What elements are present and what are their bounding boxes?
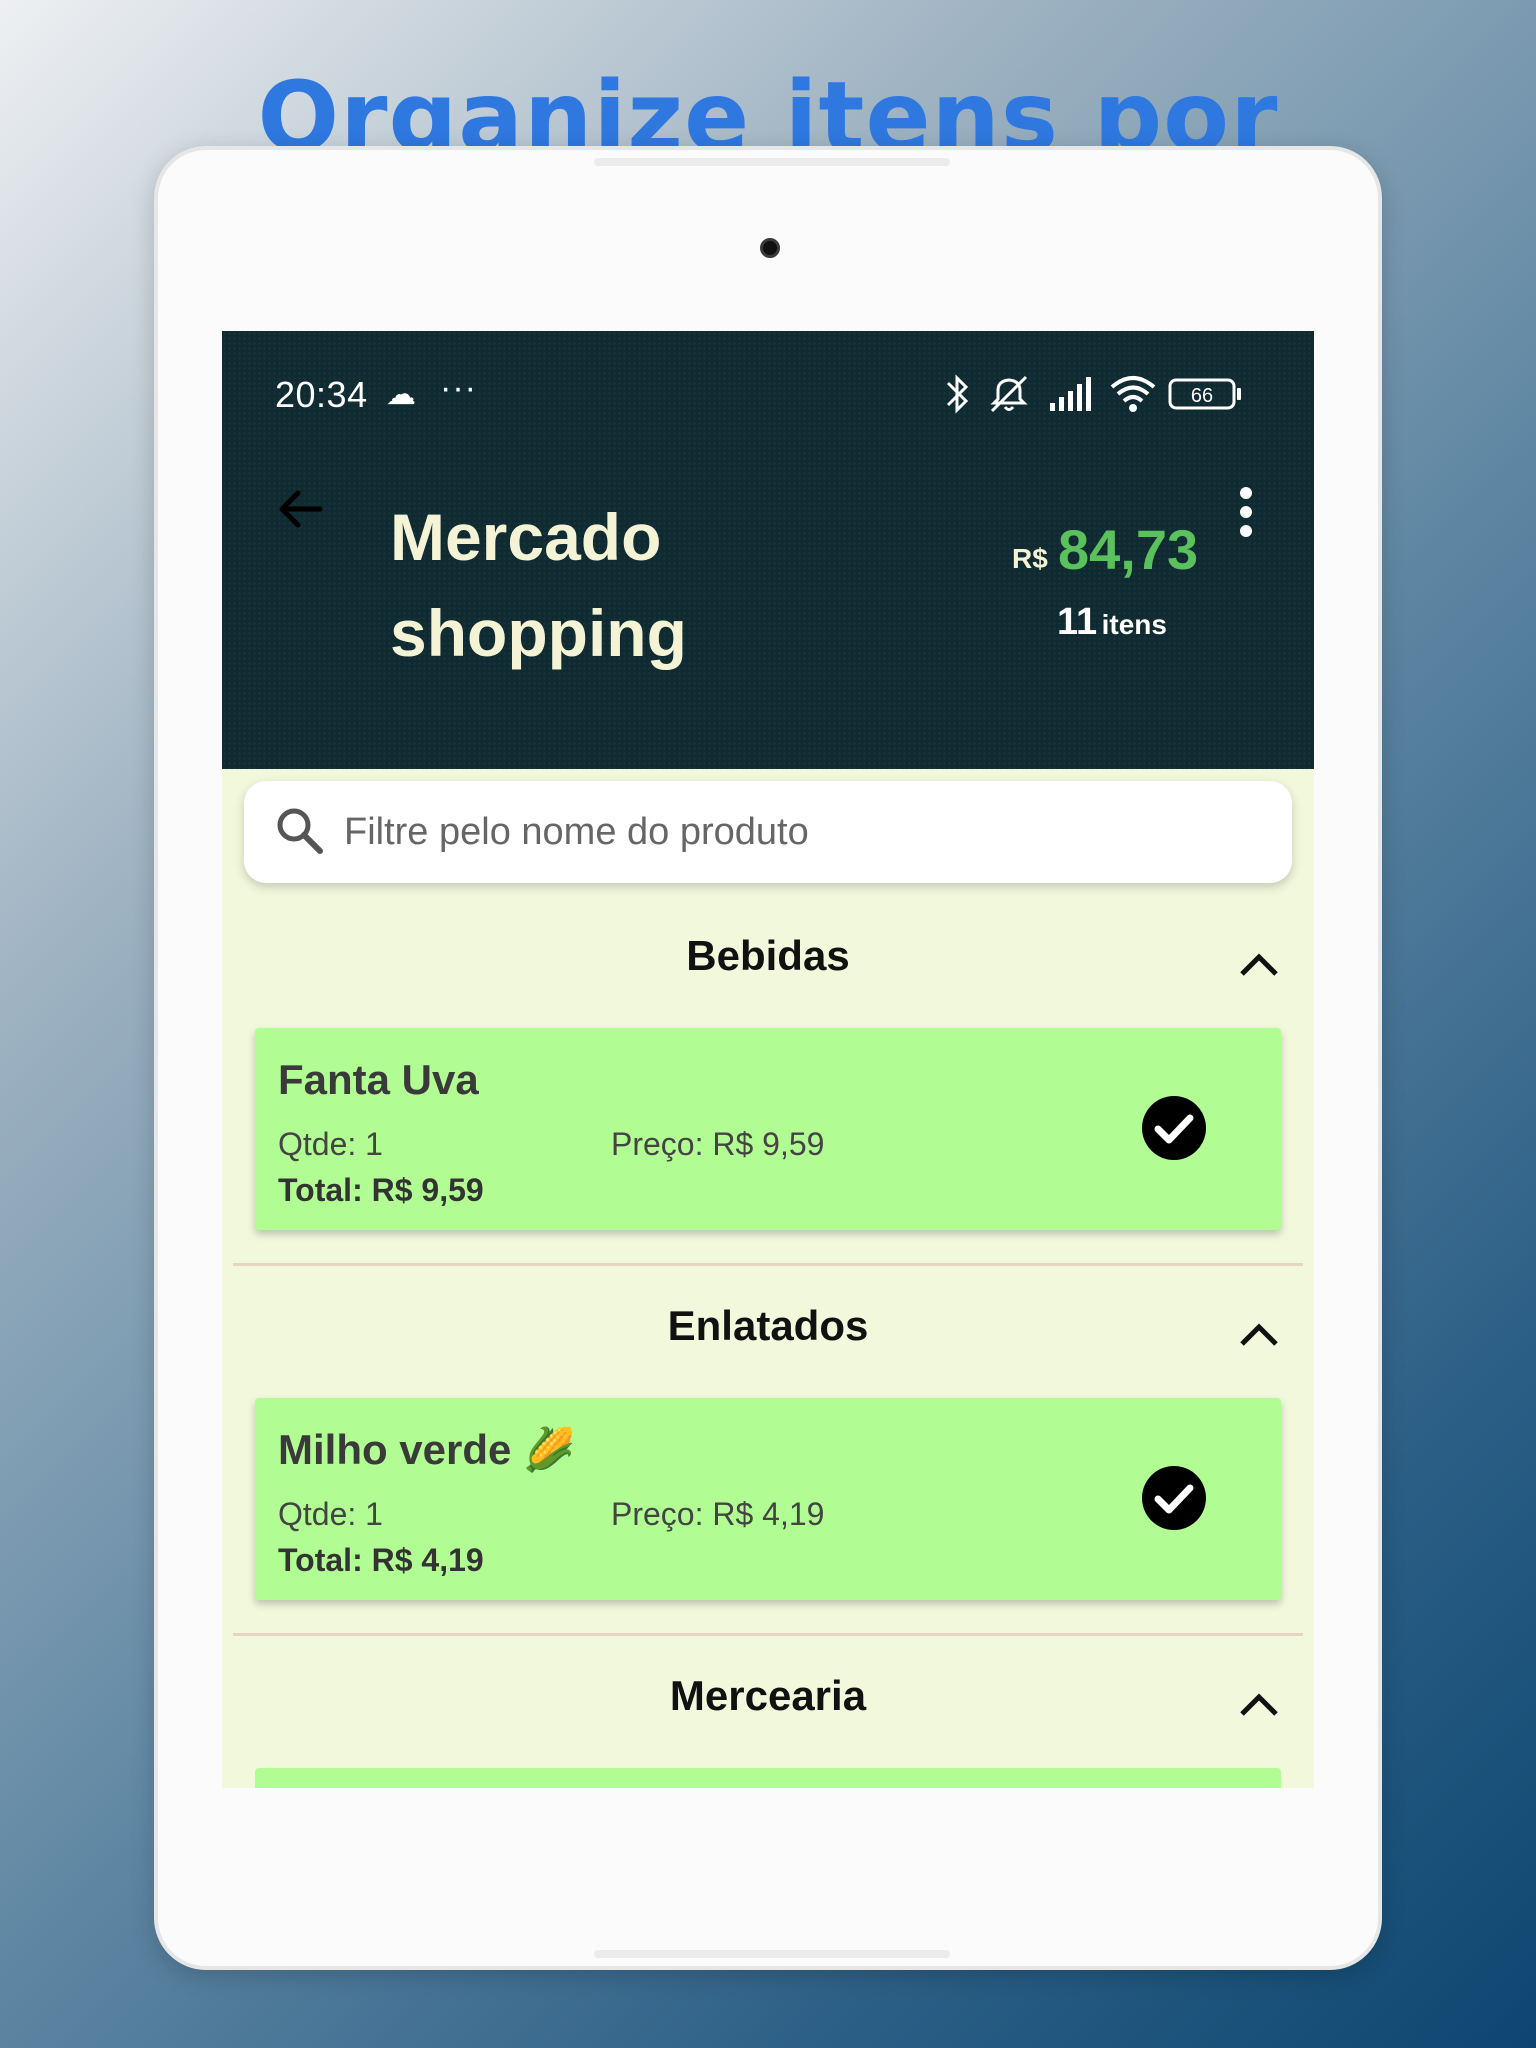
product-total: Total: R$ 9,59	[278, 1172, 484, 1208]
search-icon	[277, 808, 323, 854]
product-quantity: Qtde: 1	[278, 1126, 383, 1162]
divider	[233, 1633, 1303, 1636]
product-quantity: Qtde: 1	[278, 1496, 383, 1532]
page-title: Mercado shopping	[390, 500, 687, 670]
camera-icon	[760, 238, 780, 258]
product-price: Preço: R$ 4,19	[611, 1496, 825, 1532]
search-bar[interactable]	[244, 781, 1292, 883]
product-price: Preço: R$ 9,59	[611, 1126, 825, 1162]
product-card[interactable]: Fanta Uva Qtde: 1 Preço: R$ 9,59 Total: …	[255, 1028, 1281, 1230]
more-vert-icon[interactable]	[1234, 487, 1258, 543]
promo-headline: Organize itens por	[257, 62, 1279, 146]
total-value: 84,73	[1058, 518, 1199, 581]
chevron-up-icon[interactable]	[1234, 1684, 1284, 1724]
chevron-up-icon[interactable]	[1234, 1314, 1284, 1354]
back-arrow-icon[interactable]	[272, 481, 328, 537]
status-icons: 66	[942, 371, 1282, 421]
list-total: R$ 84,73 11 itens	[1012, 517, 1232, 643]
product-card[interactable]	[255, 1768, 1281, 1788]
notification-dots: ···	[440, 369, 477, 407]
bluetooth-icon	[946, 374, 969, 414]
items-count-number: 11	[1057, 601, 1098, 643]
product-name: Milho verde 🌽	[278, 1426, 576, 1473]
app-screen: 20:34 ☁ ··· 66 Mercado shopping R$ 84,73…	[222, 331, 1314, 1788]
signal-icon	[1050, 377, 1091, 411]
wifi-icon	[1110, 376, 1156, 412]
status-bar: 20:34 ☁ ··· 66	[222, 331, 1314, 461]
category-title: Mercearia	[669, 1672, 867, 1719]
tablet-notch-top	[594, 158, 950, 166]
category-title: Enlatados	[667, 1302, 869, 1349]
product-card[interactable]: Milho verde 🌽 Qtde: 1 Preço: R$ 4,19 Tot…	[255, 1398, 1281, 1600]
items-count-label: itens	[1101, 609, 1167, 640]
app-bar: 20:34 ☁ ··· 66 Mercado shopping R$ 84,73…	[222, 331, 1314, 769]
chevron-up-icon[interactable]	[1234, 944, 1284, 984]
cloud-icon: ☁	[386, 378, 416, 411]
category-title: Bebidas	[686, 932, 850, 979]
battery-icon: 66	[1168, 378, 1241, 410]
currency-label: R$	[1012, 543, 1048, 574]
check-circle-icon[interactable]	[1140, 1094, 1208, 1162]
tablet-notch-bottom	[594, 1950, 950, 1958]
items-count: 11 itens	[1012, 601, 1212, 644]
product-name: Fanta Uva	[278, 1056, 479, 1103]
status-time: 20:34	[275, 374, 368, 415]
product-total: Total: R$ 4,19	[278, 1542, 484, 1578]
battery-level: 66	[1191, 385, 1213, 407]
divider	[233, 1263, 1303, 1266]
search-input[interactable]	[344, 807, 1244, 857]
mute-icon	[990, 375, 1028, 413]
check-circle-icon[interactable]	[1140, 1464, 1208, 1532]
